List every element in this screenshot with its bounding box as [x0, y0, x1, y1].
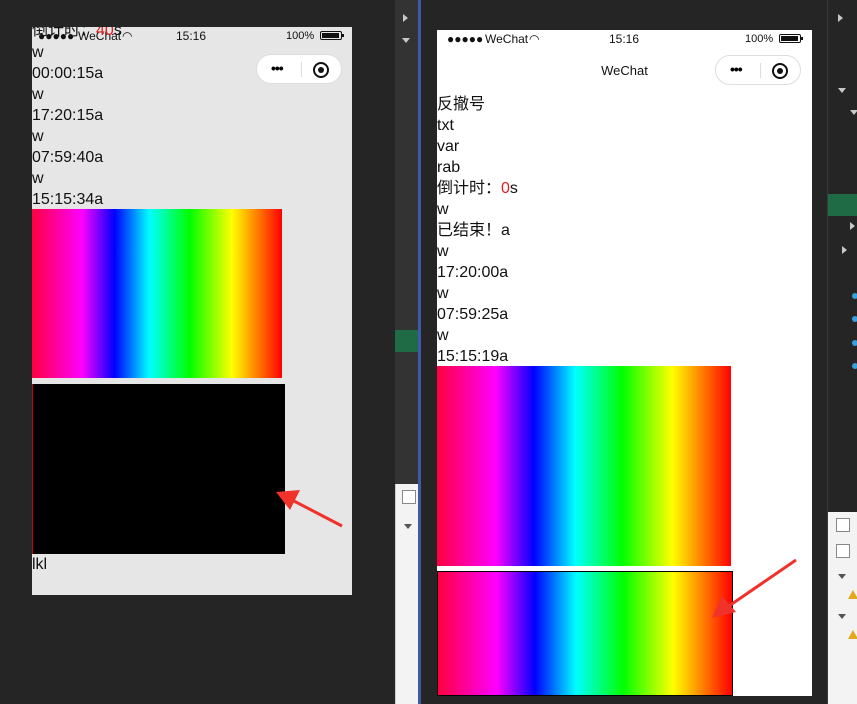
annotation-arrow-right	[712, 558, 797, 618]
annotation-arrow-left	[276, 490, 343, 528]
annotation-arrows	[276, 490, 797, 618]
